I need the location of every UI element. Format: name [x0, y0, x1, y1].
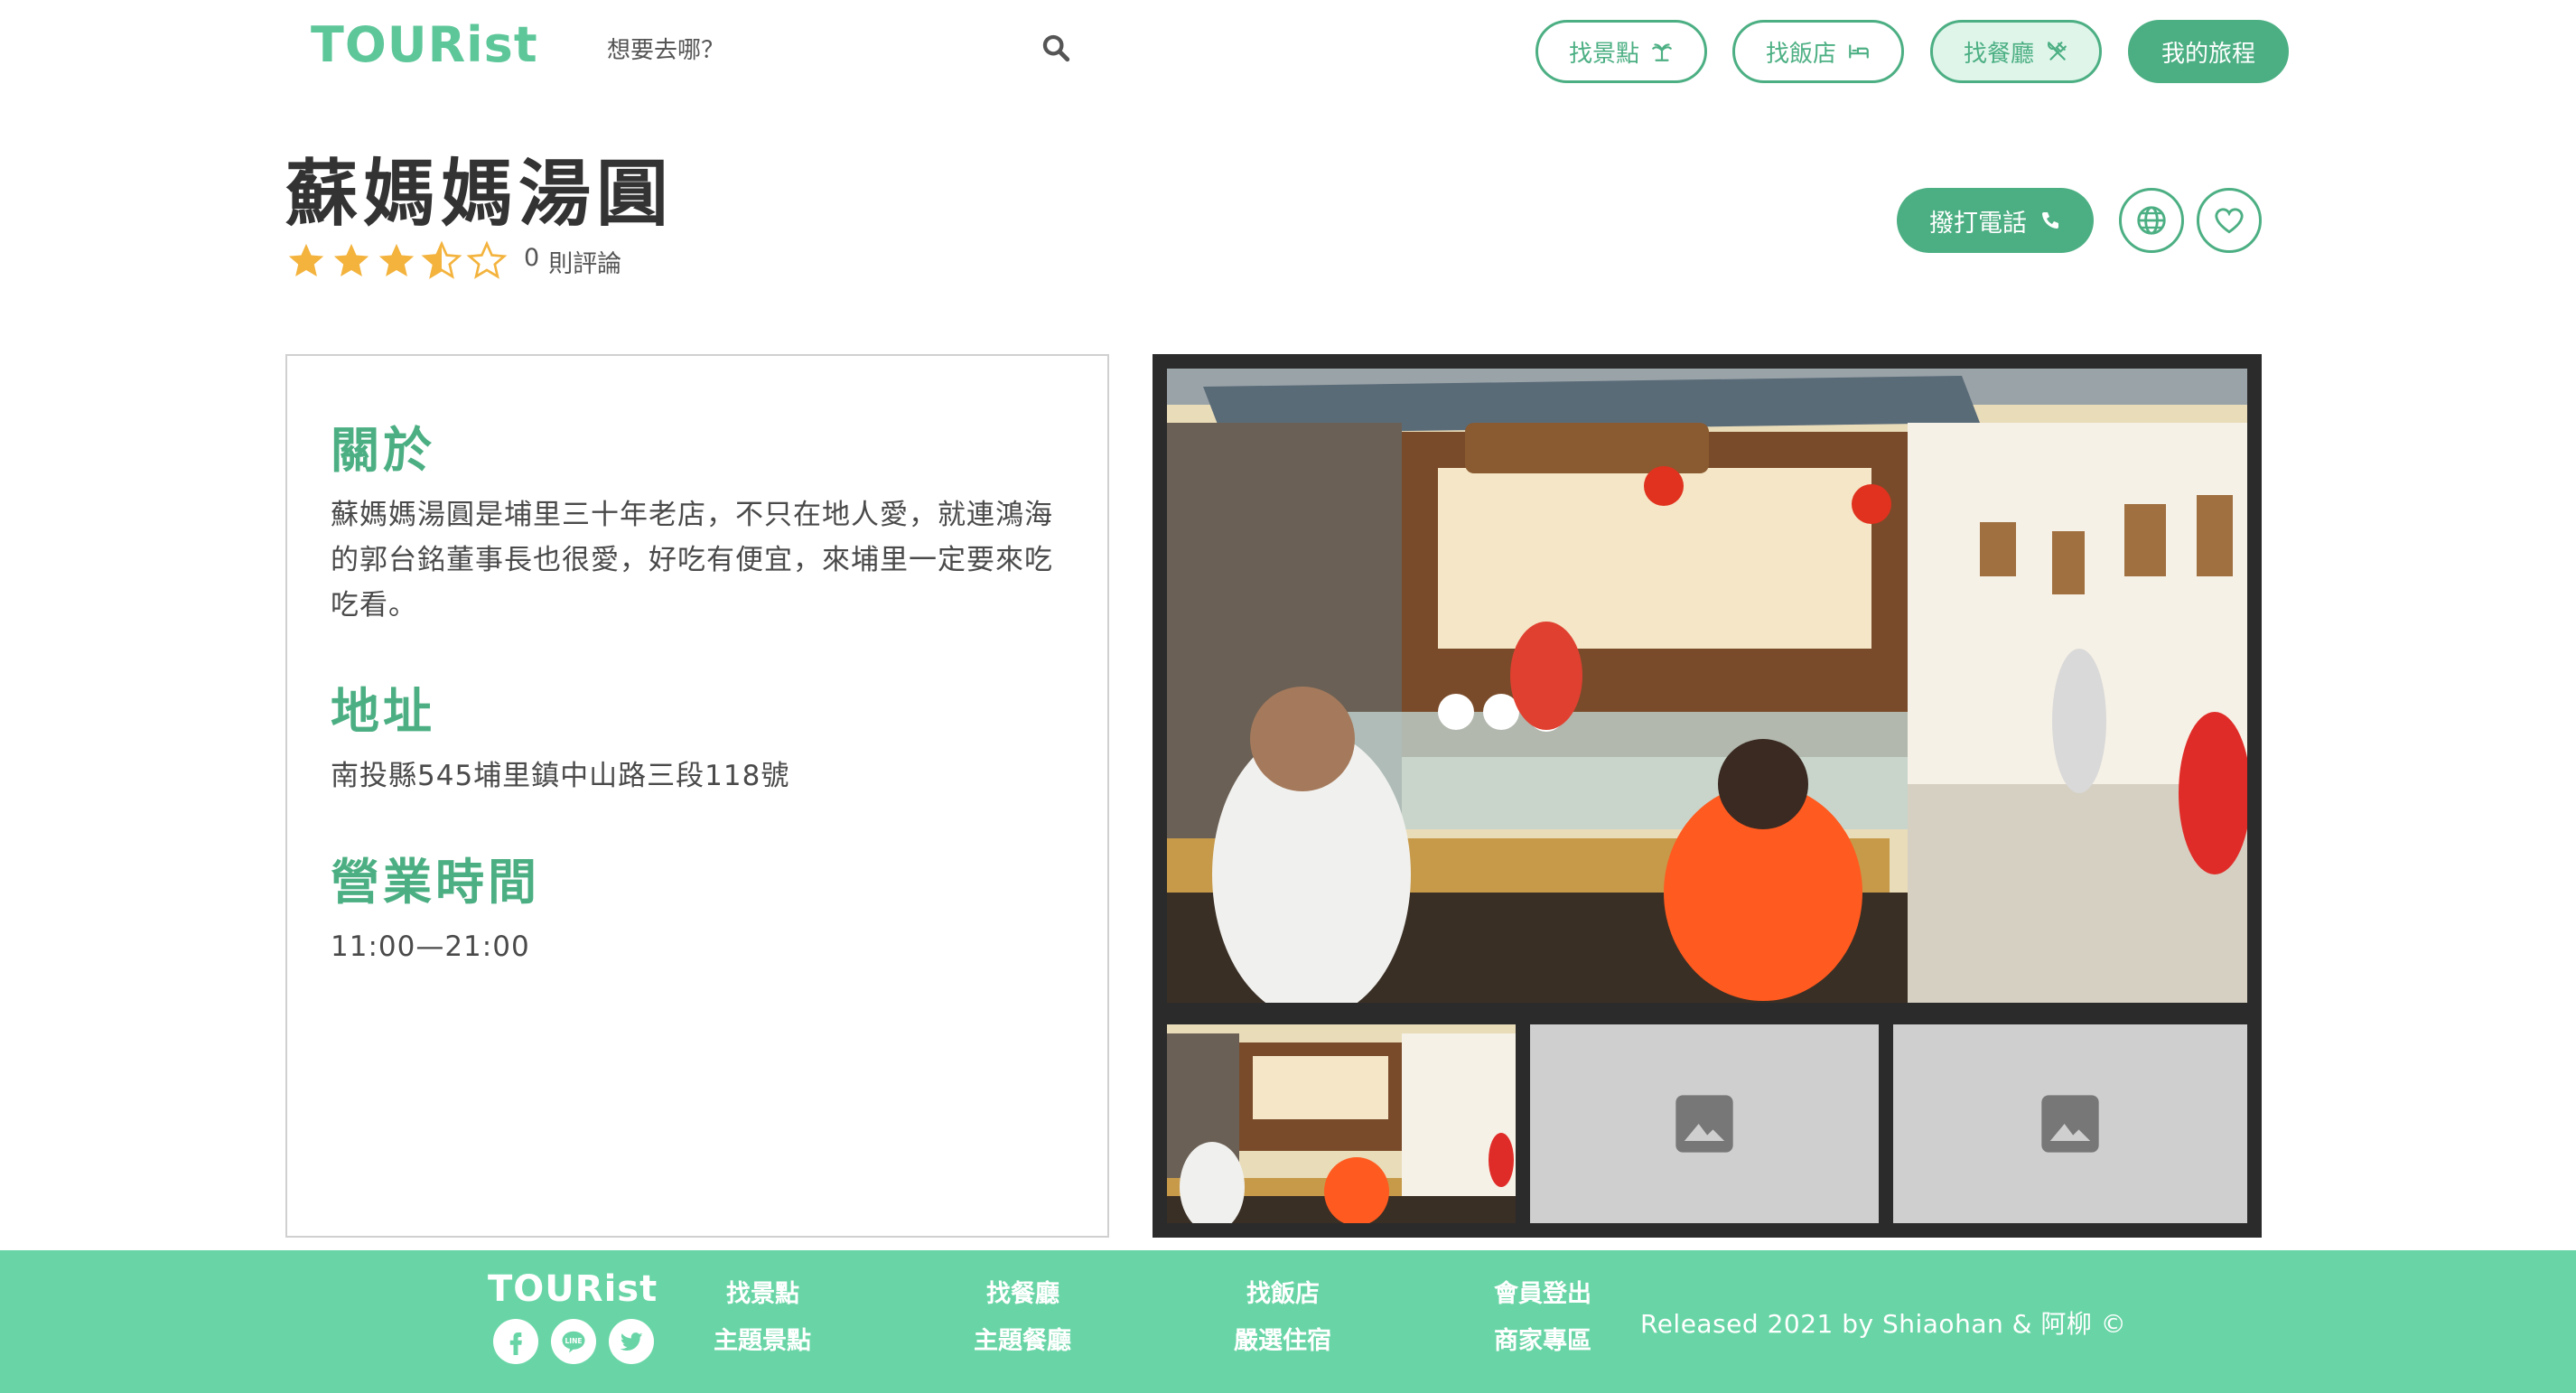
- nav-find-attractions-button[interactable]: 找景點: [1535, 20, 1707, 83]
- hours-title: 營業時間: [331, 854, 540, 911]
- about-text: 蘇媽媽湯圓是埔里三十年老店，不只在地人愛，就連鴻海的郭台銘董事長也很愛，好吃有便…: [331, 499, 1053, 622]
- search-input[interactable]: [596, 23, 1084, 78]
- globe-icon: [2137, 206, 2166, 235]
- facebook-icon: [509, 1332, 522, 1355]
- svg-text:LINE: LINE: [565, 1337, 583, 1345]
- footer-link-find-attractions[interactable]: 找景點: [726, 1274, 799, 1309]
- palm-tree-icon: [1652, 43, 1672, 61]
- review-count-label: 則評論: [548, 249, 622, 278]
- twitter-link[interactable]: [609, 1319, 654, 1364]
- my-trip-button[interactable]: 我的旅程: [2128, 20, 2289, 83]
- review-count-number: 0: [524, 243, 540, 272]
- thumbnail-2[interactable]: [1530, 1024, 1879, 1223]
- utensils-icon: [2048, 42, 2067, 61]
- footer-credit: Released 2021 by Shiaohan & 阿柳 ©: [1640, 1309, 2127, 1339]
- main-photo: [1167, 369, 2247, 1003]
- footer-link-theme-attractions[interactable]: 主題景點: [714, 1321, 811, 1356]
- call-button-label: 撥打電話: [1929, 209, 2027, 238]
- restaurant-thumbnail: [1167, 1024, 1516, 1223]
- social-links: LINE: [493, 1319, 654, 1364]
- review-count: 0 則評論: [524, 244, 621, 279]
- info-card: 關於 蘇媽媽湯圓是埔里三十年老店，不只在地人愛，就連鴻海的郭台銘董事長也很愛，好…: [285, 354, 1109, 1238]
- star-half-icon: [421, 240, 462, 279]
- footer-link-find-restaurants[interactable]: 找餐廳: [986, 1274, 1059, 1309]
- line-icon: LINE: [562, 1331, 585, 1353]
- rating: 0 則評論: [285, 240, 621, 282]
- twitter-icon: [620, 1332, 643, 1351]
- footer-link-merchant-area[interactable]: 商家專區: [1494, 1321, 1591, 1356]
- heart-icon: [2215, 208, 2244, 234]
- about-title: 關於: [331, 422, 435, 479]
- star-filled-icon: [333, 243, 369, 277]
- footer-link-theme-restaurants[interactable]: 主題餐廳: [974, 1321, 1071, 1356]
- photo-gallery: [1153, 354, 2262, 1238]
- nav-find-restaurants-label: 找餐廳: [1963, 40, 2034, 68]
- footer-link-selected-stays[interactable]: 嚴選住宿: [1234, 1321, 1331, 1356]
- nav-find-hotels-label: 找飯店: [1765, 40, 1836, 68]
- star-filled-icon: [288, 243, 324, 277]
- star-empty-icon: [466, 240, 508, 279]
- hours-section: 營業時間 11:00—21:00: [331, 842, 1064, 969]
- search-icon[interactable]: [1041, 33, 1071, 63]
- address-title: 地址: [331, 683, 435, 740]
- page-title: 蘇媽媽湯圓: [285, 152, 674, 236]
- site-footer: TOURist LINE 找景點 主題景點 找餐廳 主題餐廳 找飯店 嚴選住宿 …: [0, 1250, 2576, 1393]
- favorite-button[interactable]: [2197, 188, 2262, 253]
- search-bar: [596, 23, 1084, 78]
- my-trip-label: 我的旅程: [2161, 40, 2255, 68]
- restaurant-photo: [1167, 369, 2247, 1003]
- site-logo[interactable]: TOURist: [311, 16, 538, 73]
- star-filled-icon: [378, 243, 415, 277]
- image-placeholder-icon: [1675, 1095, 1733, 1153]
- site-header: TOURist 找景點 找飯店 找餐廳 我的旅程: [0, 0, 2576, 101]
- hours-text: 11:00—21:00: [331, 930, 530, 963]
- bed-icon: [1849, 44, 1869, 59]
- facebook-link[interactable]: [493, 1319, 538, 1364]
- thumbnail-1[interactable]: [1167, 1024, 1516, 1223]
- address-text: 南投縣545埔里鎮中山路三段118號: [331, 760, 790, 792]
- about-section: 關於 蘇媽媽湯圓是埔里三十年老店，不只在地人愛，就連鴻海的郭台銘董事長也很愛，好…: [331, 410, 1064, 628]
- website-button[interactable]: [2119, 188, 2184, 253]
- footer-link-find-hotels[interactable]: 找飯店: [1246, 1274, 1320, 1309]
- nav-find-attractions-label: 找景點: [1568, 40, 1639, 68]
- footer-logo[interactable]: TOURist: [488, 1268, 658, 1310]
- thumbnail-3[interactable]: [1893, 1024, 2247, 1223]
- image-placeholder-icon: [2041, 1095, 2099, 1153]
- footer-link-logout[interactable]: 會員登出: [1494, 1274, 1591, 1309]
- phone-icon: [2042, 212, 2058, 229]
- nav-find-restaurants-button[interactable]: 找餐廳: [1930, 20, 2102, 83]
- line-link[interactable]: LINE: [551, 1319, 596, 1364]
- call-button[interactable]: 撥打電話: [1897, 188, 2094, 253]
- address-section: 地址 南投縣545埔里鎮中山路三段118號: [331, 671, 1064, 799]
- nav-find-hotels-button[interactable]: 找飯店: [1732, 20, 1904, 83]
